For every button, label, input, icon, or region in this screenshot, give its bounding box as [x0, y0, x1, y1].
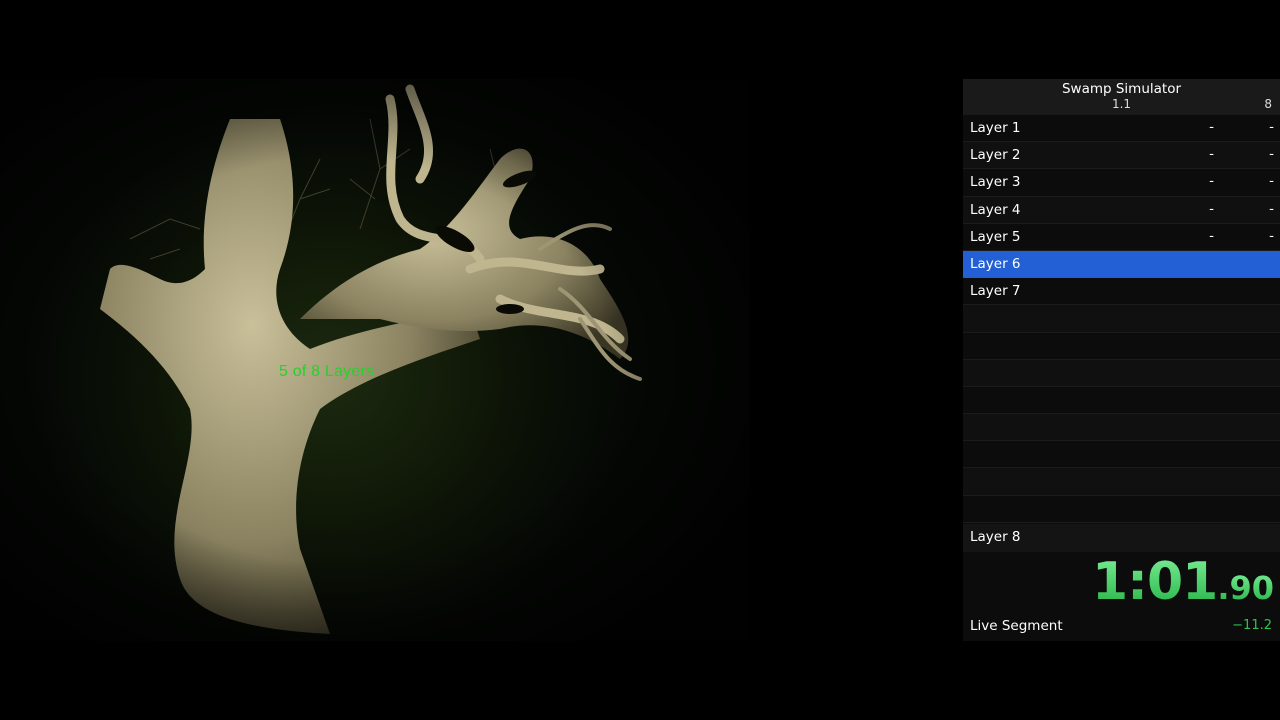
timer-fraction: .90: [1217, 569, 1274, 607]
split-delta: -: [1209, 146, 1214, 163]
split-name: Layer 3: [970, 174, 1021, 191]
split-row: Layer 3 - -: [963, 169, 1280, 197]
live-segment-row: Live Segment −11.2: [963, 614, 1280, 641]
run-category: 1.1: [1111, 97, 1132, 111]
split-time: -: [1269, 146, 1274, 163]
split-delta: -: [1209, 173, 1214, 190]
swamp-tree-scene: [0, 79, 750, 641]
splits-header: Swamp Simulator 1.1 8: [963, 79, 1280, 115]
game-viewport: 5 of 8 Layers: [0, 79, 750, 641]
split-time: -: [1269, 227, 1274, 244]
split-name: Layer 5: [970, 228, 1021, 245]
split-name: Layer 4: [970, 201, 1021, 218]
timer-main: 1:01: [1091, 552, 1218, 612]
split-time: -: [1269, 119, 1274, 135]
split-row: [963, 441, 1280, 469]
split-row: [963, 496, 1280, 523]
split-row: Layer 7: [963, 278, 1280, 306]
game-title: Swamp Simulator: [1061, 81, 1182, 97]
layer-progress-text: 5 of 8 Layers: [279, 363, 375, 380]
split-delta: -: [1209, 200, 1214, 217]
run-timer: 1:01.90: [1092, 552, 1274, 616]
final-split-row: Layer 8: [963, 524, 1280, 552]
split-name: Layer 6: [970, 255, 1021, 272]
live-segment-label: Live Segment: [970, 618, 1063, 634]
split-time: -: [1269, 173, 1274, 190]
split-row: Layer 2 - -: [963, 142, 1280, 170]
split-row: [963, 414, 1280, 442]
split-name: Layer 8: [970, 529, 1021, 545]
live-segment-value: −11.2: [1232, 618, 1272, 633]
split-row: Layer 6: [963, 250, 1280, 279]
split-name: Layer 1: [970, 120, 1021, 136]
splits-panel: Swamp Simulator 1.1 8 Layer 1 - - Layer 2 - -…: [963, 79, 1280, 641]
split-row: [963, 359, 1280, 387]
split-row: Layer 5 - -: [963, 224, 1280, 251]
split-time: -: [1269, 200, 1274, 217]
split-row: [963, 387, 1280, 415]
attempt-count: 8: [1264, 97, 1272, 111]
split-rows: Layer 1- - Layer 2- - Layer 3- - Layer 4- - Laye…: [963, 115, 1280, 523]
split-row: Layer 1 - -: [963, 115, 1280, 143]
split-row: Layer 4 - -: [963, 196, 1280, 224]
split-name: Layer 7: [970, 283, 1021, 300]
split-row: [963, 305, 1280, 333]
split-delta: -: [1209, 119, 1214, 135]
split-row: [963, 333, 1280, 360]
split-delta: -: [1209, 227, 1214, 244]
split-name: Layer 2: [970, 147, 1021, 164]
split-row: [963, 468, 1280, 496]
